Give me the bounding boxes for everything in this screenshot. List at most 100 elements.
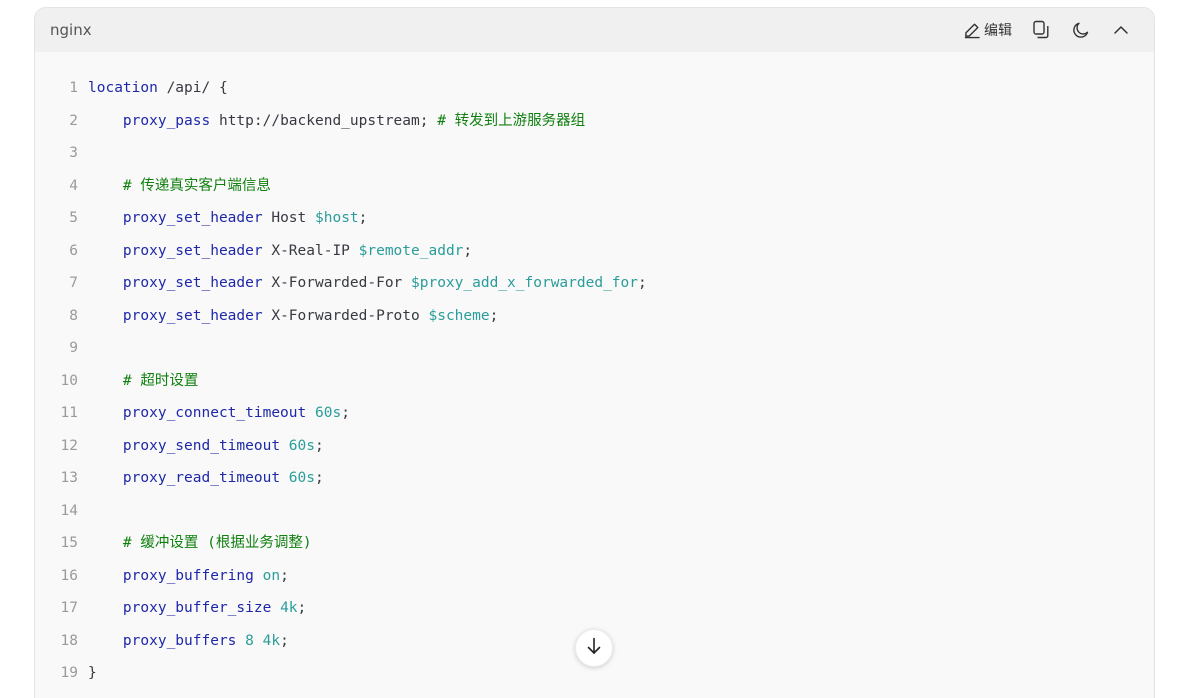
- code-token: # 超时设置: [122, 372, 199, 389]
- code-line: 11 proxy_connect_timeout 60s;: [35, 397, 1154, 430]
- line-code: # 超时设置: [88, 365, 198, 398]
- code-token: ;: [638, 275, 647, 291]
- code-token: X-Forwarded-For: [262, 275, 412, 291]
- code-line: 16 proxy_buffering on;: [35, 560, 1154, 593]
- code-token: ;: [297, 600, 307, 616]
- line-number: 15: [60, 535, 78, 551]
- code-line: 2 proxy_pass http://backend_upstream; # …: [35, 105, 1154, 138]
- copy-icon: [1032, 20, 1050, 40]
- code-line: 3: [35, 137, 1154, 170]
- line-code: proxy_send_timeout 60s;: [88, 430, 324, 463]
- code-content[interactable]: 1 location /api/ {2 proxy_pass http://bac…: [35, 72, 1154, 690]
- line-code: proxy_set_header X-Forwarded-For $proxy_…: [88, 267, 647, 300]
- code-line: 15 # 缓冲设置 (根据业务调整): [35, 527, 1154, 560]
- line-number: 19: [60, 665, 78, 681]
- line-code: location /api/ {: [88, 72, 228, 105]
- code-line: 1 location /api/ {: [35, 72, 1154, 105]
- code-line: 5 proxy_set_header Host $host;: [35, 202, 1154, 235]
- moon-icon: [1071, 20, 1091, 40]
- line-number: 1: [69, 80, 78, 96]
- code-token: $proxy_add_x_forwarded_for: [411, 275, 638, 291]
- collapse-button[interactable]: [1110, 19, 1132, 41]
- line-number: 16: [60, 567, 78, 584]
- pencil-icon: [963, 21, 981, 39]
- line-number: 14: [60, 502, 78, 519]
- line-number: 4: [69, 177, 78, 194]
- code-token: 60s: [288, 437, 315, 454]
- line-code: proxy_buffering on;: [88, 560, 289, 593]
- line-code: proxy_set_header X-Forwarded-Proto $sche…: [88, 300, 498, 333]
- code-token: 4k: [280, 600, 298, 616]
- code-line: 6 proxy_set_header X-Real-IP $remote_add…: [35, 235, 1154, 268]
- code-token: proxy_send_timeout: [122, 437, 281, 454]
- line-code: proxy_connect_timeout 60s;: [88, 397, 350, 430]
- copy-button[interactable]: [1030, 19, 1052, 41]
- code-token: proxy_set_header: [122, 307, 263, 324]
- line-number: 2: [69, 112, 78, 129]
- code-line: 7 proxy_set_header X-Forwarded-For $prox…: [35, 267, 1154, 300]
- line-code: proxy_read_timeout 60s;: [88, 462, 324, 495]
- code-token: X-Real-IP: [262, 242, 359, 259]
- theme-toggle-button[interactable]: [1070, 19, 1092, 41]
- code-token: ;: [315, 437, 324, 454]
- code-token: proxy_set_header: [122, 275, 263, 291]
- line-code: proxy_buffers 8 4k;: [88, 625, 289, 658]
- code-token: ;: [463, 242, 473, 259]
- scroll-to-bottom-button[interactable]: [575, 629, 613, 667]
- code-token: ;: [280, 567, 289, 584]
- code-line: 12 proxy_send_timeout 60s;: [35, 430, 1154, 463]
- code-line: 13 proxy_read_timeout 60s;: [35, 462, 1154, 495]
- line-code: # 缓冲设置 (根据业务调整): [88, 527, 312, 560]
- line-code: proxy_set_header X-Real-IP $remote_addr;: [88, 235, 472, 268]
- code-token: 60s: [314, 405, 342, 421]
- code-token: Host: [262, 210, 315, 226]
- code-token: proxy_buffering: [122, 567, 254, 584]
- code-token: ;: [489, 307, 499, 324]
- line-number: 10: [60, 372, 78, 389]
- code-token: # 缓冲设置 (根据业务调整): [122, 535, 312, 551]
- code-token: location: [88, 80, 158, 96]
- code-token: $scheme: [428, 307, 490, 324]
- code-token: $host: [315, 210, 359, 226]
- line-number: 8: [69, 307, 78, 324]
- line-number: 5: [69, 210, 78, 226]
- language-label: nginx: [50, 21, 92, 39]
- chevron-up-icon: [1112, 21, 1130, 39]
- line-number: 12: [60, 437, 78, 454]
- line-number: 7: [69, 275, 78, 291]
- line-number: 18: [60, 632, 78, 649]
- edit-button-label: 编辑: [984, 23, 1012, 39]
- code-token: X-Forwarded-Proto: [262, 307, 429, 324]
- arrow-down-icon: [585, 636, 603, 661]
- code-line: 14: [35, 495, 1154, 528]
- code-token: proxy_set_header: [122, 210, 263, 226]
- code-token: # 传递真实客户端信息: [122, 177, 271, 194]
- code-token: 8: [245, 632, 254, 649]
- code-block: nginx 编辑 1 location /api/ {2 proxy_pass…: [34, 7, 1155, 698]
- line-code: proxy_pass http://backend_upstream; # 转发…: [88, 105, 585, 138]
- code-token: ;: [358, 210, 368, 226]
- edit-button[interactable]: 编辑: [963, 20, 1012, 40]
- code-line: 17 proxy_buffer_size 4k;: [35, 592, 1154, 625]
- code-line: 9: [35, 332, 1154, 365]
- line-code: proxy_set_header Host $host;: [88, 202, 367, 235]
- line-number: 11: [60, 405, 78, 421]
- code-token: /api/ {: [157, 80, 228, 96]
- line-number: 17: [60, 600, 78, 616]
- code-token: ;: [341, 405, 350, 421]
- code-line: 10 # 超时设置: [35, 365, 1154, 398]
